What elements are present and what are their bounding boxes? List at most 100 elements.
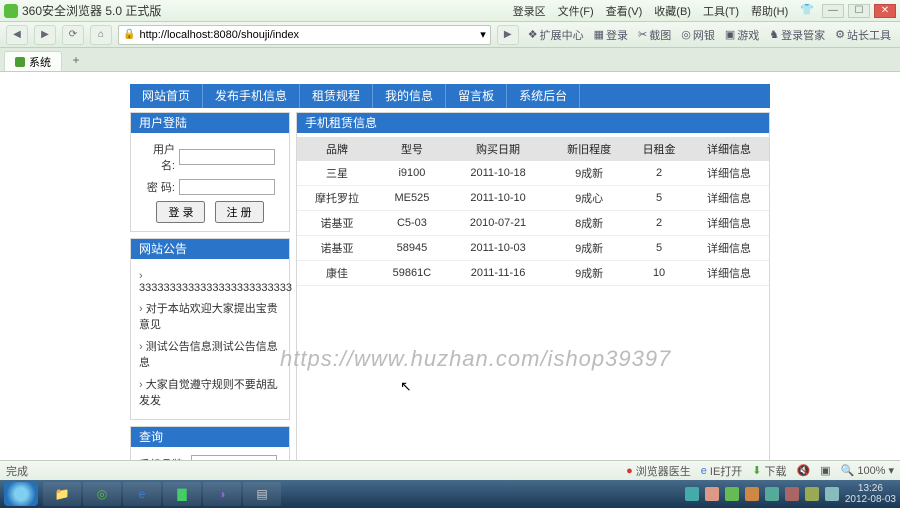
rental-table: 品牌型号购买日期新旧程度日租金详细信息 三星i91002011-10-189成新… [297,137,769,286]
tray-icon[interactable] [825,487,839,501]
browser-menu: 登录区 文件(F) 查看(V) 收藏(B) 工具(T) 帮助(H) 👕 [513,3,814,19]
login-title: 用户登陆 [131,113,289,133]
table-row: 三星i91002011-10-189成新2详细信息 [297,161,769,186]
tool-webmaster[interactable]: ⚙站长工具 [832,27,894,43]
announce-item[interactable]: 大家自觉遵守规则不要胡乱发发 [139,373,281,411]
task-app3[interactable]: ▤ [243,482,281,506]
status-zoom[interactable]: 🔍 100% ▾ [841,464,894,477]
table-cell: C5-03 [377,211,447,236]
taskbar-clock[interactable]: 13:262012-08-03 [845,483,896,505]
new-tab-button[interactable]: + [66,53,86,71]
username-label: 用户名: [139,141,175,173]
status-bar: 完成 ●浏览器医生 eIE打开 ⬇下载 🔇 ▣ 🔍 100% ▾ [0,460,900,480]
announce-panel: 网站公告 3333333333333333333333333对于本站欢迎大家提出… [130,238,290,420]
password-label: 密 码: [139,179,175,195]
table-cell: 58945 [377,236,447,261]
task-app2[interactable]: ◑ [203,482,241,506]
table-cell: 摩托罗拉 [297,186,377,211]
detail-link[interactable]: 详细信息 [707,218,751,230]
menu-fav[interactable]: 收藏(B) [654,3,691,19]
url-input[interactable] [139,29,476,41]
task-360[interactable]: ◎ [83,482,121,506]
table-cell: 详细信息 [689,161,769,186]
detail-link[interactable]: 详细信息 [707,168,751,180]
announce-item[interactable]: 对于本站欢迎大家提出宝贵意见 [139,297,281,335]
address-bar[interactable]: 🔒 ▾ [118,25,491,45]
maximize-button[interactable]: ☐ [848,4,870,18]
table-cell: 5 [629,236,689,261]
tray-icon[interactable] [745,487,759,501]
table-row: 康佳59861C2011-11-169成新10详细信息 [297,261,769,286]
menu-help[interactable]: 帮助(H) [751,3,788,19]
browser-tab[interactable]: 系统 [4,51,62,71]
menu-file[interactable]: 文件(F) [558,3,594,19]
nav-publish[interactable]: 发布手机信息 [203,84,300,108]
status-ie[interactable]: eIE打开 [701,463,743,479]
register-button[interactable]: 注 册 [215,201,264,223]
home-button[interactable]: ⌂ [90,25,112,45]
status-doctor[interactable]: ●浏览器医生 [626,463,691,479]
table-cell: 8成新 [549,211,629,236]
task-app1[interactable]: ▇ [163,482,201,506]
start-button[interactable] [4,482,38,506]
menu-view[interactable]: 查看(V) [606,3,643,19]
close-button[interactable]: ✕ [874,4,896,18]
dropdown-icon[interactable]: ▾ [480,28,486,41]
tool-mgr[interactable]: ♞登录管家 [766,27,828,43]
detail-link[interactable]: 详细信息 [707,268,751,280]
nav-board[interactable]: 留言板 [446,84,507,108]
page-viewport: 网站首页 发布手机信息 租赁规程 我的信息 留言板 系统后台 用户登陆 用户名:… [0,72,900,462]
tool-game[interactable]: ▣游戏 [722,27,762,43]
tool-bank[interactable]: ◎网银 [678,27,718,43]
skin-icon[interactable]: 👕 [800,3,814,19]
username-input[interactable] [179,149,275,165]
back-button[interactable]: ◀ [6,25,28,45]
announce-item[interactable]: 3333333333333333333333333 [139,267,281,297]
table-row: 诺基亚589452011-10-039成新5详细信息 [297,236,769,261]
login-button[interactable]: 登 录 [156,201,205,223]
tray-icon[interactable] [765,487,779,501]
menu-login[interactable]: 登录区 [513,3,546,19]
table-cell: 10 [629,261,689,286]
tool-capture[interactable]: ✂截图 [635,27,674,43]
tray-icon[interactable] [705,487,719,501]
tab-bar: 系统 + [0,48,900,72]
table-cell: 9成新 [549,161,629,186]
table-cell: 9成新 [549,261,629,286]
table-cell: 2011-11-16 [447,261,549,286]
detail-link[interactable]: 详细信息 [707,243,751,255]
announce-title: 网站公告 [131,239,289,259]
tray-icon[interactable] [685,487,699,501]
nav-admin[interactable]: 系统后台 [507,84,580,108]
task-explorer[interactable]: 📁 [43,482,81,506]
detail-link[interactable]: 详细信息 [707,193,751,205]
status-screen[interactable]: ▣ [820,464,830,477]
windows-taskbar: 📁 ◎ e ▇ ◑ ▤ 13:262012-08-03 [0,480,900,508]
table-cell: 2 [629,211,689,236]
nav-myinfo[interactable]: 我的信息 [373,84,446,108]
forward-button[interactable]: ▶ [34,25,56,45]
task-ie[interactable]: e [123,482,161,506]
tray-icon[interactable] [785,487,799,501]
content-panel: 手机租赁信息 品牌型号购买日期新旧程度日租金详细信息 三星i91002011-1… [296,112,770,462]
minimize-button[interactable]: — [822,4,844,18]
tool-login[interactable]: ▦登录 [591,27,631,43]
browser-titlebar: 360安全浏览器 5.0 正式版 登录区 文件(F) 查看(V) 收藏(B) 工… [0,0,900,22]
announce-item[interactable]: 测试公告信息测试公告信息息 [139,335,281,373]
tray-icon[interactable] [725,487,739,501]
nav-rules[interactable]: 租赁规程 [300,84,373,108]
status-download[interactable]: ⬇下载 [752,463,786,479]
system-tray: 13:262012-08-03 [685,483,896,505]
search-panel: 查询 手机品牌: 手机型号: 查询 [130,426,290,462]
password-input[interactable] [179,179,275,195]
ext-center[interactable]: ❖扩展中心 [525,27,587,43]
announce-list: 3333333333333333333333333对于本站欢迎大家提出宝贵意见测… [139,267,281,411]
nav-home[interactable]: 网站首页 [130,84,203,108]
reload-button[interactable]: ⟳ [62,25,84,45]
tray-icon[interactable] [805,487,819,501]
menu-tools[interactable]: 工具(T) [703,3,739,19]
go-button[interactable]: ▶ [497,25,519,45]
toolbar-right: ❖扩展中心 ▦登录 ✂截图 ◎网银 ▣游戏 ♞登录管家 ⚙站长工具 [525,27,894,43]
status-sound[interactable]: 🔇 [797,464,811,477]
search-title: 查询 [131,427,289,447]
